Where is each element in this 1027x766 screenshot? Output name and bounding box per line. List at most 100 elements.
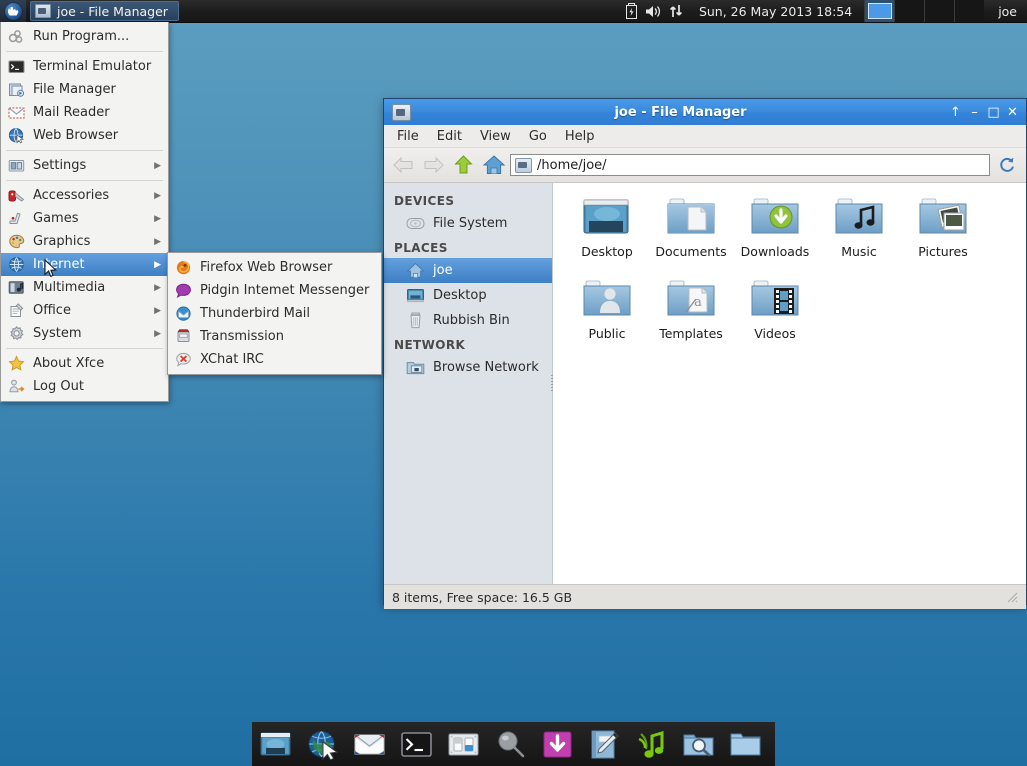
dock-file-manager[interactable] (722, 722, 769, 766)
path-text: /home/joe/ (537, 158, 607, 173)
window-titlebar[interactable]: joe - File Manager ↑ – □ ✕ (384, 99, 1026, 125)
menu-item-about-xfce[interactable]: About Xfce (1, 352, 168, 375)
system-icon (8, 325, 25, 342)
menu-item-label: Settings (33, 158, 86, 173)
close-button[interactable]: ✕ (1003, 101, 1022, 123)
chevron-right-icon: ▶ (154, 214, 161, 224)
forward-button[interactable] (420, 152, 447, 178)
menu-item-accessories[interactable]: Accessories ▶ (1, 184, 168, 207)
dock-notes[interactable] (581, 722, 628, 766)
dock-search[interactable] (487, 722, 534, 766)
dock-terminal[interactable] (393, 722, 440, 766)
menu-item-log-out[interactable]: Log Out (1, 375, 168, 398)
dock-download[interactable] (534, 722, 581, 766)
sidebar: DEVICES File System PLACES (384, 183, 553, 584)
volume-icon[interactable] (643, 0, 665, 22)
menu-separator (6, 180, 163, 181)
menu-go[interactable]: Go (520, 127, 556, 146)
menu-edit[interactable]: Edit (428, 127, 471, 146)
workspace-3[interactable] (924, 0, 954, 22)
menu-item-graphics[interactable]: Graphics ▶ (1, 230, 168, 253)
sidebar-item-label: Rubbish Bin (433, 313, 510, 328)
file-item-templates[interactable]: a Templates (649, 279, 733, 361)
submenu-item-thunderbird[interactable]: Thunderbird Mail (168, 302, 381, 325)
file-manager-icon (8, 81, 25, 98)
pidgin-icon (175, 282, 192, 299)
videos-folder-icon (749, 279, 801, 323)
menu-file[interactable]: File (388, 127, 428, 146)
menu-item-mail-reader[interactable]: Mail Reader (1, 101, 168, 124)
home-button[interactable] (480, 152, 507, 178)
reload-button[interactable] (993, 152, 1020, 178)
file-item-documents[interactable]: Documents (649, 197, 733, 279)
network-icon[interactable] (665, 0, 687, 22)
resize-grip[interactable] (1006, 591, 1018, 603)
menu-item-multimedia[interactable]: Multimedia ▶ (1, 276, 168, 299)
battery-icon[interactable] (621, 0, 643, 22)
settings-icon (448, 729, 479, 760)
submenu-item-xchat[interactable]: XChat IRC (168, 348, 381, 371)
mail-icon (8, 104, 25, 121)
hard-disk-icon (406, 215, 425, 232)
menu-item-web-browser[interactable]: Web Browser (1, 124, 168, 147)
dock-web-browser[interactable] (299, 722, 346, 766)
run-program-icon (8, 28, 25, 45)
file-manager-icon (730, 729, 761, 760)
submenu-item-firefox[interactable]: Firefox Web Browser (168, 256, 381, 279)
menu-item-system[interactable]: System ▶ (1, 322, 168, 345)
dock-file-search[interactable] (675, 722, 722, 766)
dock-settings[interactable] (440, 722, 487, 766)
sidebar-item-label: Browse Network (433, 360, 539, 375)
sidebar-item-browse-network[interactable]: Browse Network (384, 355, 552, 380)
menu-item-games[interactable]: Games ▶ (1, 207, 168, 230)
menu-help[interactable]: Help (556, 127, 604, 146)
sidebar-item-rubbish-bin[interactable]: Rubbish Bin (384, 308, 552, 333)
username-label[interactable]: joe (984, 4, 1027, 19)
workspace-switcher[interactable] (864, 0, 984, 22)
menu-item-file-manager[interactable]: File Manager (1, 78, 168, 101)
dock-music[interactable] (628, 722, 675, 766)
menu-item-settings[interactable]: Settings ▶ (1, 154, 168, 177)
file-item-videos[interactable]: Videos (733, 279, 817, 361)
taskbar-item-label: joe - File Manager (57, 4, 168, 19)
sidebar-item-joe[interactable]: joe (384, 258, 552, 283)
minimize-button[interactable]: – (965, 101, 984, 123)
workspace-4[interactable] (954, 0, 984, 22)
sidebar-splitter[interactable] (549, 183, 556, 584)
back-button[interactable] (390, 152, 417, 178)
menu-view[interactable]: View (471, 127, 520, 146)
submenu-item-label: XChat IRC (200, 352, 264, 367)
transmission-icon (175, 328, 192, 345)
menu-item-terminal-emulator[interactable]: Terminal Emulator (1, 55, 168, 78)
file-item-downloads[interactable]: Downloads (733, 197, 817, 279)
submenu-item-pidgin[interactable]: Pidgin Intemet Messenger (168, 279, 381, 302)
file-list[interactable]: Desktop Documents (553, 183, 1026, 584)
file-item-desktop[interactable]: Desktop (565, 197, 649, 279)
file-item-public[interactable]: Public (565, 279, 649, 361)
path-entry[interactable]: /home/joe/ (510, 154, 990, 176)
menu-item-office[interactable]: Office ▶ (1, 299, 168, 322)
sidebar-item-desktop[interactable]: Desktop (384, 283, 552, 308)
graphics-icon (8, 233, 25, 250)
sidebar-item-file-system[interactable]: File System (384, 211, 552, 236)
clock[interactable]: Sun, 26 May 2013 18:54 (687, 4, 864, 19)
dock-show-desktop[interactable] (252, 722, 299, 766)
sidebar-item-label: File System (433, 216, 507, 231)
maximize-button[interactable]: □ (984, 101, 1003, 123)
taskbar-item-file-manager[interactable]: joe - File Manager (30, 1, 179, 21)
workspace-1[interactable] (864, 0, 894, 22)
xchat-icon (175, 351, 192, 368)
up-button[interactable] (450, 152, 477, 178)
applications-menu-button[interactable] (0, 0, 26, 22)
file-item-music[interactable]: Music (817, 197, 901, 279)
file-item-pictures[interactable]: Pictures (901, 197, 985, 279)
menu-item-label: Log Out (33, 379, 84, 394)
workspace-2[interactable] (894, 0, 924, 22)
submenu-item-transmission[interactable]: Transmission (168, 325, 381, 348)
file-item-label: Downloads (741, 245, 810, 259)
menu-item-run-program[interactable]: Run Program... (1, 25, 168, 48)
shade-button[interactable]: ↑ (946, 101, 965, 123)
menu-separator (6, 51, 163, 52)
dock-mail[interactable] (346, 722, 393, 766)
menu-item-internet[interactable]: Internet ▶ (1, 253, 168, 276)
